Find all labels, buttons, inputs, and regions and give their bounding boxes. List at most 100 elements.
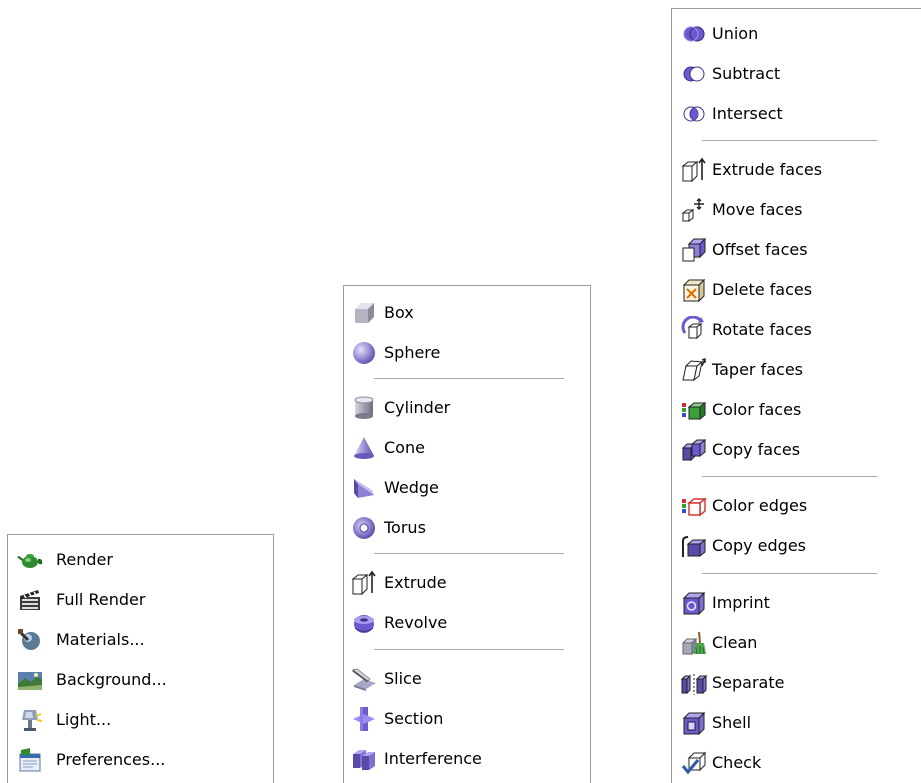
menu-item-copy-edges[interactable]: Copy edges [672,530,921,564]
color-faces-icon [680,396,708,424]
torus-icon [350,514,378,542]
menu-item-label: Full Render [56,590,146,609]
menu-item-copy-faces[interactable]: Copy faces [672,434,921,468]
menu-separator [374,378,564,379]
extrude-icon [350,569,378,597]
menu-item-torus[interactable]: Torus [344,512,590,546]
menu-item-label: Interference [384,749,482,768]
extrude-faces-icon [680,156,708,184]
render-menu: Render Full Render Materials... Backgrou… [7,534,274,783]
taper-faces-icon [680,356,708,384]
union-icon [680,20,708,48]
menu-item-offset-faces[interactable]: Offset faces [672,234,921,268]
menu-item-box[interactable]: Box [344,297,590,331]
menu-item-render[interactable]: Render [8,544,273,578]
interference-icon [350,745,378,773]
copy-faces-icon [680,436,708,464]
menu-item-cone[interactable]: Cone [344,432,590,466]
menu-item-label: Intersect [712,104,783,123]
shell-icon [680,709,708,737]
teapot-icon [16,546,44,574]
cylinder-icon [350,394,378,422]
solids-editing-menu: Union Subtract Intersect Extrude faces M… [671,8,921,783]
menu-item-color-faces[interactable]: Color faces [672,394,921,428]
menu-item-preferences[interactable]: Preferences... [8,744,273,778]
color-edges-icon [680,492,708,520]
menu-item-label: Sphere [384,343,441,362]
menu-item-revolve[interactable]: Revolve [344,607,590,641]
menu-item-label: Taper faces [712,360,804,379]
menu-item-label: Preferences... [56,750,166,769]
slice-icon [350,665,378,693]
offset-faces-icon [680,236,708,264]
separate-icon [680,669,708,697]
landscape-icon [16,666,44,694]
menu-item-wedge[interactable]: Wedge [344,472,590,506]
menu-item-delete-faces[interactable]: Delete faces [672,274,921,308]
menu-item-label: Rotate faces [712,320,812,339]
menu-item-check[interactable]: Check [672,747,921,781]
clapperboard-icon [16,586,44,614]
menu-item-section[interactable]: Section [344,703,590,737]
menu-item-sphere[interactable]: Sphere [344,337,590,371]
menu-item-label: Clean [712,633,758,652]
menu-item-light[interactable]: Light... [8,704,273,738]
menu-item-label: Materials... [56,630,145,649]
box-icon [350,299,378,327]
menu-item-label: Revolve [384,613,448,632]
menu-item-intersect[interactable]: Intersect [672,98,921,132]
section-icon [350,705,378,733]
menu-item-label: Move faces [712,200,803,219]
menu-separator [374,553,564,554]
menu-item-clean[interactable]: Clean [672,627,921,661]
menu-item-slice[interactable]: Slice [344,663,590,697]
menu-item-materials[interactable]: Materials... [8,624,273,658]
wedge-icon [350,474,378,502]
menu-item-color-edges[interactable]: Color edges [672,490,921,524]
delete-faces-icon [680,276,708,304]
menu-item-cylinder[interactable]: Cylinder [344,392,590,426]
copy-edges-icon [680,532,708,560]
menu-item-move-faces[interactable]: Move faces [672,194,921,228]
menu-item-label: Wedge [384,478,439,497]
menu-item-label: Section [384,709,444,728]
menu-item-rotate-faces[interactable]: Rotate faces [672,314,921,348]
menu-item-label: Render [56,550,113,569]
menu-item-label: Extrude [384,573,447,592]
menu-separator [702,140,877,141]
menu-item-label: Extrude faces [712,160,823,179]
move-faces-icon [680,196,708,224]
menu-item-label: Copy faces [712,440,801,459]
sphere-icon [350,339,378,367]
menu-item-subtract[interactable]: Subtract [672,58,921,92]
menu-item-label: Slice [384,669,422,688]
menu-item-interference[interactable]: Interference [344,743,590,777]
menu-item-shell[interactable]: Shell [672,707,921,741]
menu-separator [702,573,877,574]
menu-item-label: Light... [56,710,112,729]
rotate-faces-icon [680,316,708,344]
menu-item-extrude[interactable]: Extrude [344,567,590,601]
menu-item-label: Cylinder [384,398,451,417]
menu-item-label: Subtract [712,64,781,83]
menu-separator [374,649,564,650]
lamp-icon [16,706,44,734]
menu-item-imprint[interactable]: Imprint [672,587,921,621]
menu-item-label: Torus [384,518,426,537]
menu-item-taper-faces[interactable]: Taper faces [672,354,921,388]
menu-item-label: Delete faces [712,280,813,299]
menu-item-union[interactable]: Union [672,18,921,52]
menu-item-label: Background... [56,670,167,689]
menu-item-label: Separate [712,673,785,692]
menu-item-background[interactable]: Background... [8,664,273,698]
menu-item-separate[interactable]: Separate [672,667,921,701]
menu-item-label: Check [712,753,762,772]
menu-item-label: Box [384,303,414,322]
menu-item-label: Color faces [712,400,802,419]
intersect-icon [680,100,708,128]
menu-item-full-render[interactable]: Full Render [8,584,273,618]
menu-item-extrude-faces[interactable]: Extrude faces [672,154,921,188]
menu-item-label: Imprint [712,593,770,612]
revolve-icon [350,609,378,637]
subtract-icon [680,60,708,88]
